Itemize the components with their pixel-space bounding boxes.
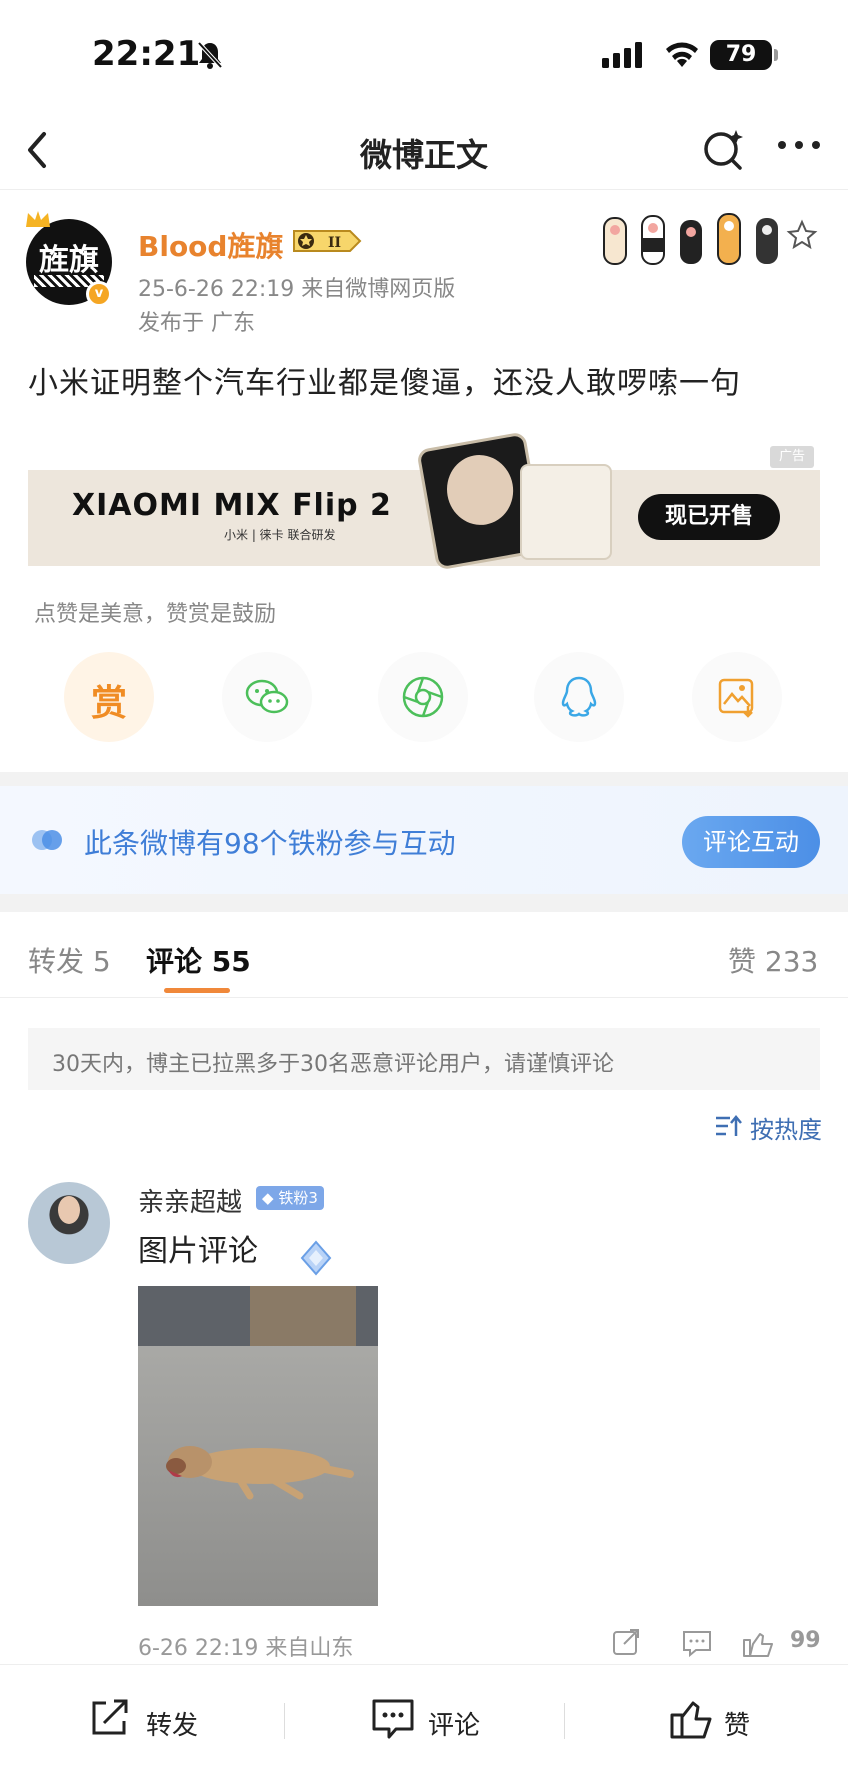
post-text: 小米证明整个汽车行业都是傻逼，还没人敢啰嗦一句 xyxy=(28,366,741,401)
iron-fans-icon xyxy=(30,828,66,856)
save-image-button[interactable] xyxy=(692,652,782,742)
tab-repost[interactable]: 转发 5 xyxy=(28,940,111,980)
wechat-icon xyxy=(245,679,289,714)
like-button[interactable]: 赞 xyxy=(668,1695,778,1743)
avatar-logo-text: 旌旗 xyxy=(39,243,99,278)
status-bar: 22:21 79 xyxy=(0,0,848,110)
divider xyxy=(284,1703,285,1739)
divider xyxy=(564,1703,565,1739)
comment-notice-text: 30天内，博主已拉黑多于30名恶意评论用户，请谨慎评论 xyxy=(52,1052,614,1077)
ad-phone-person xyxy=(441,449,519,531)
qq-icon xyxy=(561,676,597,717)
comment-avatar[interactable] xyxy=(28,1182,110,1264)
comment-like-icon xyxy=(743,1633,773,1657)
wifi-icon xyxy=(664,40,700,72)
comment-icon xyxy=(372,1699,414,1739)
reward-icon: 赏 xyxy=(90,683,127,724)
share-qq-button[interactable] xyxy=(534,652,624,742)
share-wechat-button[interactable] xyxy=(222,652,312,742)
verified-badge-icon: v xyxy=(86,281,112,307)
iron-fans-banner: 此条微博有98个铁粉参与互动 评论互动 xyxy=(0,786,848,894)
comment-reply-icon xyxy=(683,1631,711,1658)
ad-cta-button[interactable]: 现已开售 xyxy=(638,494,780,540)
battery-nub xyxy=(774,49,778,61)
navigation-bar: 微博正文 xyxy=(0,110,848,190)
repost-button[interactable]: 转发 xyxy=(86,1695,216,1743)
repost-icon xyxy=(92,1699,128,1735)
comment-username[interactable]: 亲亲超越 xyxy=(138,1182,242,1219)
ad-brand: XIAOMI MIX Flip 2 xyxy=(72,488,392,523)
image-dog xyxy=(150,1426,360,1510)
post-timestamp: 25-6-26 22:19 来自微博网页版 xyxy=(138,277,456,302)
repost-label: 转发 xyxy=(146,1711,199,1741)
svg-text:II: II xyxy=(328,235,341,251)
cellular-signal-icon xyxy=(602,42,646,72)
search-icon[interactable] xyxy=(700,126,748,178)
bell-mute-icon xyxy=(196,40,224,74)
sort-by-hot-button[interactable]: 按热度 xyxy=(750,1110,822,1145)
username[interactable]: Blood旌旗 xyxy=(138,225,283,265)
comment-text: 图片评论 xyxy=(138,1234,258,1269)
post-location: 发布于 广东 xyxy=(138,311,255,336)
section-gap xyxy=(0,894,848,912)
battery-indicator: 79 xyxy=(710,40,772,70)
status-time: 22:21 xyxy=(92,34,201,74)
image-door xyxy=(250,1286,356,1346)
ad-label: 广告 xyxy=(770,446,814,468)
save-image-icon xyxy=(718,678,754,718)
comment-avatar-face xyxy=(58,1196,80,1224)
member-badge-icon[interactable]: II xyxy=(290,227,364,255)
tab-comment[interactable]: 评论 55 xyxy=(146,940,251,980)
comment-button[interactable]: 评论 xyxy=(370,1695,500,1743)
comment-notice: 30天内，博主已拉黑多于30名恶意评论用户，请谨慎评论 xyxy=(28,1028,820,1090)
more-icon[interactable] xyxy=(776,136,822,155)
reward-button[interactable]: 赏 xyxy=(64,652,154,742)
section-gap xyxy=(0,772,848,786)
tab-like[interactable]: 赞 233 xyxy=(728,940,818,980)
comment-repost-icon xyxy=(613,1629,639,1655)
thumbs-up-icon xyxy=(670,1701,712,1739)
comment-image[interactable] xyxy=(138,1286,378,1606)
tab-bar: 转发 5 评论 55 赞 233 xyxy=(0,912,848,998)
reward-hint: 点赞是美意，赞赏是鼓励 xyxy=(34,602,277,627)
crown-icon xyxy=(24,209,52,233)
comment-timestamp: 6-26 22:19 来自山东 xyxy=(138,1636,354,1661)
comment-like-count: 99 xyxy=(790,1628,821,1653)
cat-paws-decoration-icon xyxy=(598,198,820,274)
comment-label: 评论 xyxy=(428,1711,481,1741)
comment-item: 亲亲超越 ◆ 铁粉3 图片评论 6-26 22:19 来自山东 99 xyxy=(0,1170,848,1670)
like-label: 赞 xyxy=(724,1711,751,1741)
iron-fan-badge-label: 铁粉3 xyxy=(278,1189,318,1207)
moments-icon xyxy=(402,676,444,718)
sort-icon[interactable] xyxy=(714,1114,744,1144)
active-tab-indicator xyxy=(164,988,230,993)
iron-fans-text: 此条微博有98个铁粉参与互动 xyxy=(84,827,456,860)
iron-fan-badge: ◆ 铁粉3 xyxy=(256,1186,324,1210)
bottom-action-bar: 转发 评论 赞 xyxy=(0,1664,848,1792)
share-row: 赏 xyxy=(0,650,848,750)
ad-banner[interactable]: XIAOMI MIX Flip 2 小米 | 徕卡 联合研发 现已开售 xyxy=(28,431,820,571)
share-moments-button[interactable] xyxy=(378,652,468,742)
ad-subtitle: 小米 | 徕卡 联合研发 xyxy=(224,528,336,542)
comment-interact-button[interactable]: 评论互动 xyxy=(682,816,820,868)
comment-actions xyxy=(612,1626,782,1664)
diamond-sticker-icon xyxy=(296,1238,336,1282)
ad-phone-back-image xyxy=(520,464,612,560)
